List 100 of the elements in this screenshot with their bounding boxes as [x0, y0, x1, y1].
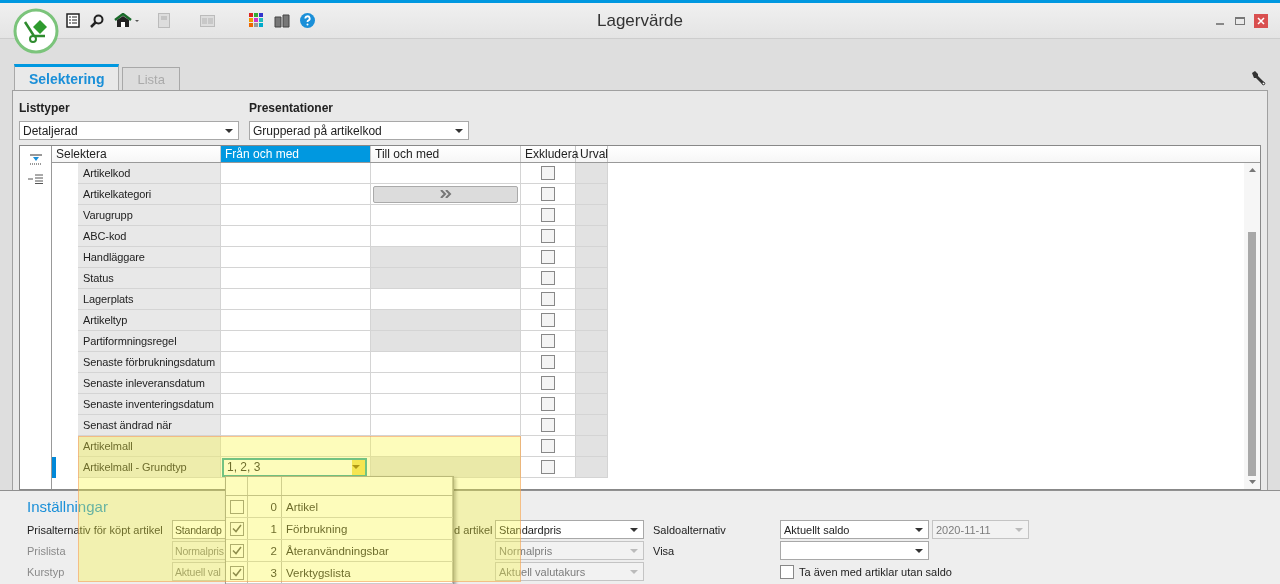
to-cell[interactable]: [371, 163, 521, 184]
checkbox-label: Ta även med artiklar utan saldo: [799, 565, 952, 578]
scroll-down-icon[interactable]: [1248, 480, 1256, 484]
setting-label: d artikel: [454, 523, 494, 536]
exclude-checkbox[interactable]: [541, 439, 555, 453]
exclude-checkbox[interactable]: [541, 460, 555, 474]
dropdown-arrow-icon: [630, 527, 638, 532]
from-cell[interactable]: [221, 205, 371, 226]
expand-list-icon[interactable]: [27, 174, 44, 184]
exclude-checkbox[interactable]: [541, 376, 555, 390]
to-cell[interactable]: [371, 436, 521, 457]
from-cell[interactable]: [221, 373, 371, 394]
window-icon[interactable]: [200, 14, 215, 27]
dropdown-field[interactable]: Grupperad på artikelkod: [249, 121, 469, 140]
from-cell[interactable]: [221, 352, 371, 373]
dropdown-arrow-icon: [915, 527, 923, 532]
to-cell[interactable]: [371, 226, 521, 247]
search-icon[interactable]: [90, 13, 104, 28]
dropdown-item[interactable]: 2 Återanvändningsbar: [226, 540, 453, 562]
from-cell[interactable]: [221, 184, 371, 205]
column-header[interactable]: Från och med: [221, 146, 371, 162]
hand-truck-logo[interactable]: [13, 8, 59, 54]
checkbox[interactable]: [229, 565, 244, 580]
from-cell[interactable]: [221, 289, 371, 310]
dropdown-item[interactable]: 1 Förbrukning: [226, 518, 453, 540]
item-name: Verktygslista: [286, 566, 351, 579]
checkbox[interactable]: [780, 564, 794, 579]
exclude-checkbox[interactable]: [541, 208, 555, 222]
filter-label: Listtyper: [19, 101, 71, 115]
list-icon[interactable]: [66, 13, 80, 28]
from-cell[interactable]: [221, 163, 371, 184]
dropdown-field[interactable]: Aktuellt saldo: [780, 520, 929, 539]
from-cell[interactable]: [221, 226, 371, 247]
setting-label: Visa: [653, 544, 676, 557]
exclude-checkbox[interactable]: [541, 292, 555, 306]
row-label: Senaste inleveransdatum: [78, 373, 221, 394]
row-label: Partiformningsregel: [78, 331, 221, 352]
scrollbar[interactable]: [1244, 163, 1260, 489]
checkmark-icon: [231, 568, 242, 577]
to-cell[interactable]: [371, 205, 521, 226]
dropdown-item[interactable]: 3 Verktygslista: [226, 562, 453, 584]
row-label: Senaste förbrukningsdatum: [78, 352, 221, 373]
dropdown-field[interactable]: Detaljerad: [19, 121, 239, 140]
item-code: 2: [270, 544, 277, 557]
row-label: ABC-kod: [78, 226, 221, 247]
to-cell[interactable]: [371, 415, 521, 436]
from-cell[interactable]: [221, 436, 371, 457]
maximize-icon[interactable]: [1235, 16, 1245, 25]
dropdown-field[interactable]: [780, 541, 929, 560]
exclude-checkbox[interactable]: [541, 166, 555, 180]
wrench-icon[interactable]: [1250, 70, 1266, 86]
dropdown-item[interactable]: 0 Artikel: [226, 496, 453, 518]
exclude-checkbox[interactable]: [541, 229, 555, 243]
row-label: Status: [78, 268, 221, 289]
dropdown-field[interactable]: Standardpris: [495, 520, 644, 539]
row-label: Artikelmall: [78, 436, 221, 457]
close-button[interactable]: [1254, 13, 1268, 28]
item-name: Återanvändningsbar: [286, 544, 389, 557]
item-code: 0: [270, 500, 277, 513]
checkmark-icon: [231, 524, 242, 533]
row-label: Handläggare: [78, 247, 221, 268]
exclude-checkbox[interactable]: [541, 355, 555, 369]
checkbox[interactable]: [229, 543, 244, 558]
exclude-checkbox[interactable]: [541, 187, 555, 201]
color-grid-icon[interactable]: [249, 13, 264, 28]
home-icon[interactable]: [114, 13, 140, 28]
exclude-checkbox[interactable]: [541, 397, 555, 411]
item-name: Förbrukning: [286, 522, 348, 535]
from-cell[interactable]: [221, 331, 371, 352]
help-icon[interactable]: [300, 13, 315, 28]
to-cell[interactable]: [371, 394, 521, 415]
row-label: Artikeltyp: [78, 310, 221, 331]
setting-label: Prislista: [27, 544, 67, 557]
to-cell[interactable]: [371, 373, 521, 394]
from-cell[interactable]: [221, 415, 371, 436]
filter-label: Presentationer: [249, 101, 335, 115]
double-chevron-icon: [439, 190, 452, 198]
scroll-up-icon[interactable]: [1248, 168, 1256, 172]
tab[interactable]: Selektering: [14, 64, 120, 90]
item-code: 3: [270, 566, 277, 579]
to-cell[interactable]: [371, 352, 521, 373]
dropdown-arrow-icon: [630, 569, 638, 574]
column-header[interactable]: Till och med: [371, 146, 521, 162]
setting-label: Prisalternativ för köpt artikel: [27, 523, 164, 536]
dropdown-arrow-icon: [630, 548, 638, 553]
from-cell[interactable]: [221, 310, 371, 331]
exclude-checkbox[interactable]: [541, 271, 555, 285]
exclude-checkbox[interactable]: [541, 334, 555, 348]
from-cell[interactable]: [221, 268, 371, 289]
checkbox[interactable]: [229, 499, 244, 514]
from-cell[interactable]: [221, 394, 371, 415]
to-cell[interactable]: [371, 289, 521, 310]
exclude-checkbox[interactable]: [541, 418, 555, 432]
from-cell[interactable]: [221, 247, 371, 268]
exclude-checkbox[interactable]: [541, 250, 555, 264]
book-icon[interactable]: [274, 13, 290, 28]
collapse-icon[interactable]: [28, 154, 43, 165]
checkbox[interactable]: [229, 521, 244, 536]
dropdown-arrow-icon: [455, 128, 463, 133]
exclude-checkbox[interactable]: [541, 313, 555, 327]
